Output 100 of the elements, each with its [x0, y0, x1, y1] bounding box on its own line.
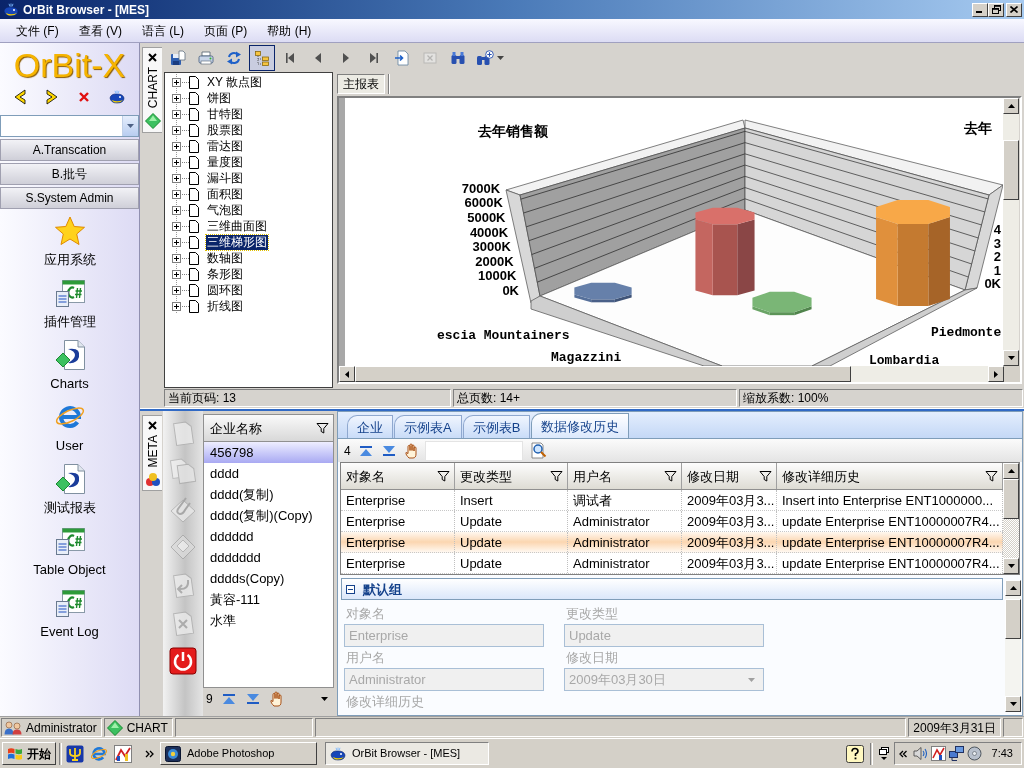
last-record-icon[interactable] — [244, 693, 261, 705]
minimize-button[interactable] — [972, 2, 988, 17]
tree-item[interactable]: XY 散点图 — [206, 74, 264, 90]
trident-icon[interactable] — [66, 744, 84, 763]
tree-item[interactable]: 气泡图 — [206, 202, 244, 218]
nav-item[interactable]: Event Log — [40, 625, 99, 639]
search-icon[interactable] — [529, 442, 547, 459]
list-item[interactable]: 456798 — [204, 442, 333, 463]
dropdown-button[interactable] — [122, 116, 138, 136]
scroll-left-button[interactable] — [339, 366, 355, 382]
tab[interactable]: 数据修改历史 — [531, 413, 630, 438]
expand-icon[interactable] — [172, 141, 181, 151]
expand-icon[interactable] — [172, 269, 181, 279]
section-button[interactable]: S.System Admin — [0, 187, 139, 209]
column-header[interactable]: 用户名 — [568, 463, 682, 489]
nav-item[interactable]: User — [55, 439, 84, 453]
column-header[interactable]: 更改类型 — [455, 463, 568, 489]
group-header[interactable]: 默认组 — [341, 578, 1003, 600]
search-field[interactable] — [424, 440, 523, 461]
tree-item[interactable]: 漏斗图 — [206, 170, 244, 186]
expand-icon[interactable] — [172, 93, 181, 103]
expand-icon[interactable] — [172, 157, 181, 167]
back-arrow-icon[interactable] — [14, 89, 26, 105]
menu-item[interactable]: 查看 (V) — [68, 20, 132, 41]
tree-item[interactable]: 三维梯形图 — [206, 234, 268, 250]
tree-item[interactable]: 折线图 — [206, 298, 244, 314]
tree-item[interactable]: 饼图 — [206, 90, 232, 106]
menu-item[interactable]: 文件 (F) — [6, 20, 69, 41]
taskbar-button[interactable]: Adobe Photoshop — [160, 742, 317, 765]
tree-item[interactable]: 圆环图 — [206, 282, 244, 298]
browser-icon[interactable] — [90, 744, 108, 763]
expand-icon[interactable] — [172, 237, 181, 247]
tree-item[interactable]: 雷达图 — [206, 138, 244, 154]
scroll-up-button[interactable] — [1003, 98, 1019, 114]
scroll-right-button[interactable] — [988, 366, 1004, 382]
expand-icon[interactable] — [172, 125, 181, 135]
tree-item[interactable]: 条形图 — [206, 266, 244, 282]
list-item[interactable]: 黃容-111 — [204, 589, 333, 610]
disc-icon[interactable] — [966, 746, 982, 761]
forward-arrow-icon[interactable] — [46, 89, 59, 105]
column-header[interactable]: 企业名称 — [203, 414, 334, 442]
expand-icon[interactable] — [172, 285, 181, 295]
scroll-up-button[interactable] — [1005, 580, 1021, 596]
chart-icon[interactable] — [930, 746, 946, 761]
expand-icon[interactable] — [172, 253, 181, 263]
list-item[interactable]: ddddddd — [204, 547, 333, 568]
scroll-down-button[interactable] — [1003, 558, 1019, 574]
list-item[interactable]: 水準 — [204, 610, 333, 631]
expand-icon[interactable] — [172, 205, 181, 215]
chart-icon[interactable] — [114, 744, 132, 763]
close-icon[interactable] — [148, 421, 157, 430]
list-item[interactable]: dddd(复制) — [204, 484, 333, 505]
scrollbar-thumb[interactable] — [355, 366, 851, 382]
scrollbar-thumb[interactable] — [1003, 140, 1019, 200]
table-row[interactable]: Enterprise Update Administrator 2009年03月3... update Enterprise ENT10000007R4... — [341, 553, 1003, 574]
chevron-icon[interactable] — [898, 749, 907, 758]
expand-icon[interactable] — [172, 109, 181, 119]
scroll-down-button[interactable] — [1005, 696, 1021, 712]
list-item[interactable]: dddds(Copy) — [204, 568, 333, 589]
filter-icon[interactable] — [759, 470, 772, 482]
list-item[interactable]: dddddd — [204, 526, 333, 547]
filter-icon[interactable] — [316, 422, 329, 434]
side-tab-label[interactable]: CHART — [145, 67, 160, 109]
help-icon[interactable] — [845, 744, 864, 763]
nav-item[interactable]: 插件管理 — [43, 315, 96, 329]
expand-icon[interactable] — [172, 77, 181, 87]
section-button[interactable]: B.批号 — [0, 163, 139, 185]
hand-icon[interactable] — [403, 442, 418, 459]
tab[interactable]: 示例表A — [394, 415, 462, 438]
list-item[interactable]: dddd(复制)(Copy) — [204, 505, 333, 526]
tool-button[interactable] — [166, 644, 200, 678]
tree-item[interactable]: 面积图 — [206, 186, 244, 202]
filter-icon[interactable] — [664, 470, 677, 482]
expand-icon[interactable] — [172, 173, 181, 183]
first-record-icon[interactable] — [357, 444, 374, 457]
network-icon[interactable] — [948, 746, 964, 761]
expand-icon[interactable] — [172, 189, 181, 199]
nav-item[interactable]: 应用系统 — [43, 253, 96, 267]
whale-icon[interactable] — [109, 90, 125, 104]
nav-item[interactable]: Table Object — [33, 563, 106, 577]
expand-icon[interactable] — [172, 301, 181, 311]
menu-item[interactable]: 语言 (L) — [132, 20, 194, 41]
taskbar-button[interactable]: OrBit Browser - [MES] — [325, 742, 489, 765]
collapse-icon[interactable] — [346, 584, 355, 594]
tree-item[interactable]: 量度图 — [206, 154, 244, 170]
caret-down-icon[interactable] — [321, 697, 328, 701]
column-header[interactable]: 修改日期 — [682, 463, 777, 489]
window-arrange-icon[interactable] — [877, 746, 890, 761]
menu-item[interactable]: 帮助 (H) — [257, 20, 322, 41]
tree-item[interactable]: 股票图 — [206, 122, 244, 138]
tree-item[interactable]: 数轴图 — [206, 250, 244, 266]
filter-icon[interactable] — [550, 470, 563, 482]
section-button[interactable]: A.Transcation — [0, 139, 139, 161]
scroll-up-button[interactable] — [1003, 463, 1019, 479]
table-row[interactable]: Enterprise Update Administrator 2009年03月3... update Enterprise ENT10000007R4... — [341, 511, 1003, 532]
start-button[interactable]: 开始 — [2, 742, 56, 765]
restore-button[interactable] — [988, 2, 1004, 17]
filter-icon[interactable] — [437, 470, 450, 482]
tab[interactable]: 示例表B — [462, 415, 531, 438]
nav-item[interactable]: Charts — [50, 377, 89, 391]
